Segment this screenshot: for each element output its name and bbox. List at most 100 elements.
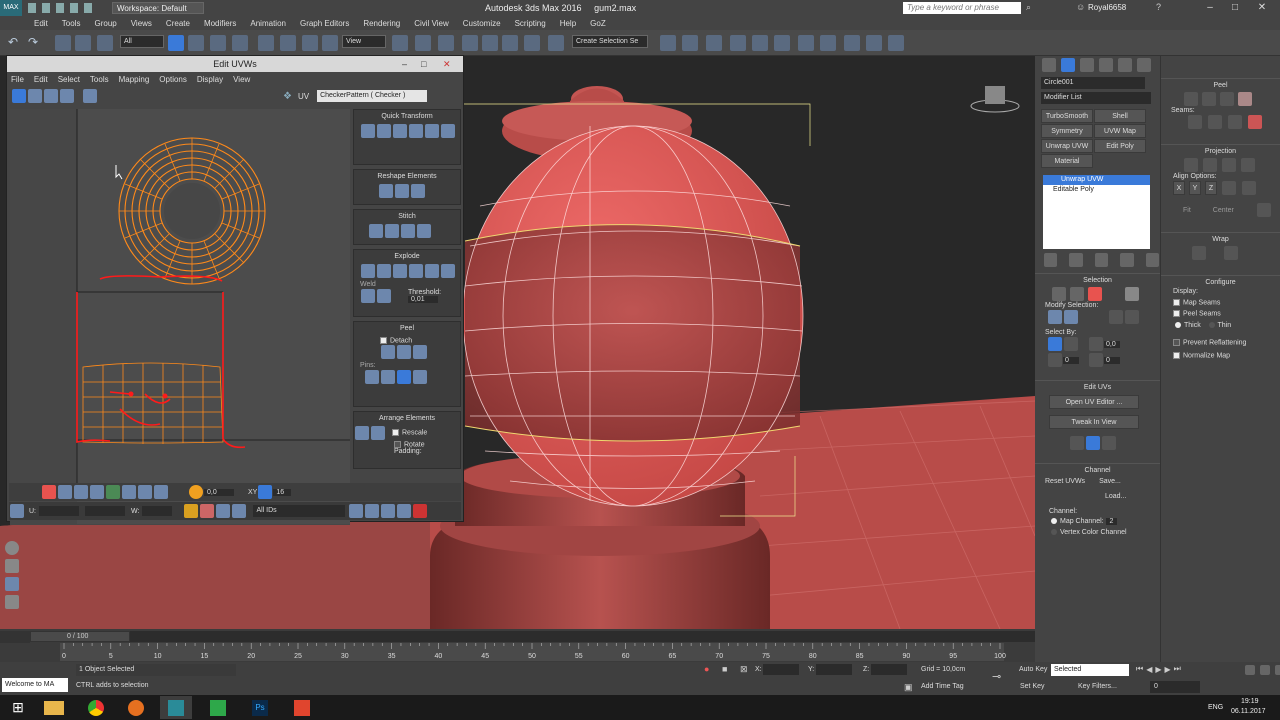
uvw-close-icon[interactable]: ✕ [443, 56, 451, 72]
select-object-icon[interactable] [168, 35, 184, 51]
minimize-icon[interactable]: – [1200, 0, 1220, 16]
chrome-icon[interactable] [80, 696, 112, 719]
filter-icon[interactable] [232, 504, 247, 518]
rect-selection-icon[interactable] [210, 35, 226, 51]
peel-rollout-header[interactable]: Peel [1161, 78, 1280, 91]
u-input[interactable] [39, 506, 79, 516]
menu-civil-view[interactable]: Civil View [414, 19, 449, 28]
app-logo-icon[interactable]: MAX [0, 0, 22, 16]
spherical-map-icon[interactable] [1222, 158, 1236, 172]
uvw-menu-mapping[interactable]: Mapping [119, 75, 150, 84]
snaps-toggle-icon[interactable] [462, 35, 478, 51]
pack-normalize-icon[interactable] [355, 426, 369, 440]
edge-loop-icon[interactable] [138, 485, 152, 499]
material-editor-icon[interactable] [798, 35, 814, 51]
go-to-end-icon[interactable]: ⏭ [1174, 664, 1181, 674]
configure-rollout-header[interactable]: Configure [1161, 275, 1280, 288]
vertex-color-radio[interactable] [1051, 529, 1057, 536]
cmd-vertex-icon[interactable] [1052, 287, 1066, 301]
pelt-map-icon[interactable] [397, 345, 411, 360]
uvw-options-icon[interactable] [10, 504, 24, 518]
load-button[interactable]: Load... [1035, 493, 1160, 500]
paint-select-icon[interactable] [154, 485, 168, 499]
cmd-polygon-icon[interactable] [1088, 287, 1102, 301]
peel-seams-checkbox[interactable] [1173, 310, 1180, 318]
menu-create[interactable]: Create [166, 19, 190, 28]
explode-icon-4[interactable] [409, 264, 423, 278]
normalize-map-checkbox[interactable] [1173, 352, 1180, 360]
quick-transform-icon-4[interactable] [409, 124, 423, 138]
align-y-button[interactable]: Y [1189, 181, 1201, 195]
v-input[interactable] [85, 506, 125, 516]
shell-button[interactable]: Shell [1094, 109, 1146, 123]
utilities-tab-icon[interactable] [1137, 58, 1151, 72]
unwrap-uvw-button[interactable]: Unwrap UVW [1041, 139, 1093, 153]
uvw-mirror-icon[interactable] [83, 89, 97, 103]
uv-editor-canvas[interactable] [10, 109, 350, 525]
spinner-snap-icon[interactable] [524, 35, 540, 51]
quick-planar-icon[interactable] [1070, 436, 1084, 450]
stack-item-editable-poly[interactable]: Editable Poly [1043, 185, 1150, 195]
curve-editor-icon[interactable] [752, 35, 768, 51]
material-button[interactable]: Material [1041, 154, 1093, 168]
soft-select-value[interactable]: 0,0 [204, 488, 234, 496]
reset-uvws-button[interactable]: Reset UVWs [1045, 478, 1085, 485]
edit-uvs-rollout-header[interactable]: Edit UVs [1035, 380, 1160, 393]
cmd-edge-icon[interactable] [1070, 287, 1084, 301]
expand-seams-icon[interactable] [1248, 115, 1262, 129]
file-explorer-icon[interactable] [38, 696, 70, 719]
camtasia-icon[interactable] [202, 696, 234, 719]
symmetry-button[interactable]: Symmetry [1041, 124, 1093, 138]
current-frame-input[interactable]: 0 [1150, 681, 1200, 693]
edge-mode-icon[interactable] [26, 485, 40, 499]
modifier-stack[interactable]: Unwrap UVW Editable Poly [1043, 175, 1150, 249]
uvw-menu-tools[interactable]: Tools [90, 75, 109, 84]
workspace-dropdown[interactable]: Workspace: Default [112, 2, 204, 14]
select-id-input[interactable]: 0 [1063, 356, 1079, 364]
move-icon[interactable] [258, 35, 274, 51]
photoshop-icon[interactable]: Ps [244, 696, 276, 719]
detach-checkbox[interactable] [380, 337, 387, 344]
percent-snap-icon[interactable] [502, 35, 518, 51]
uvw-menu-display[interactable]: Display [197, 75, 223, 84]
uvw-map-button[interactable]: UVW Map [1094, 124, 1146, 138]
threshold-input[interactable]: 0,01 [408, 296, 438, 303]
make-unique-icon[interactable] [1094, 253, 1109, 267]
planar-map-icon[interactable] [1184, 158, 1198, 172]
face-mode-icon[interactable] [42, 485, 56, 499]
menu-edit[interactable]: Edit [34, 19, 48, 28]
spline-map-icon[interactable] [1192, 246, 1206, 260]
soft-select-icon[interactable] [189, 485, 203, 499]
loop-icon[interactable] [106, 485, 120, 499]
play-icon[interactable]: ▶ [1155, 665, 1161, 674]
reset-cmd-icon[interactable] [1220, 92, 1234, 106]
show-end-result-icon[interactable] [1069, 253, 1083, 267]
id-filter-dropdown[interactable]: All IDs [253, 505, 346, 517]
hide-icon[interactable] [200, 504, 215, 518]
modifier-list-dropdown[interactable]: Modifier List [1041, 92, 1151, 104]
xy-toggle[interactable]: XY [248, 489, 257, 496]
layers-icon[interactable] [5, 595, 19, 609]
checker-pattern-dropdown[interactable]: CheckerPattern ( Checker ) [317, 90, 428, 102]
language-indicator[interactable]: ENG [1208, 704, 1223, 711]
auto-pin-icon[interactable] [397, 370, 411, 385]
loop-select-icon[interactable] [1109, 310, 1123, 324]
timeline-toggle-icon[interactable] [0, 631, 30, 643]
quick-transform-icon-5[interactable] [425, 124, 439, 138]
rotate-checkbox[interactable] [394, 441, 401, 448]
convert-edge-seams-icon[interactable] [1228, 115, 1242, 129]
edit-seams-icon[interactable] [1188, 115, 1202, 129]
timeline-ruler[interactable]: 0 5 10 15 20 25 30 35 40 45 50 55 60 65 70 75 80 85 90 95 10… [0, 643, 1035, 662]
turbosmooth-button[interactable]: TurboSmooth [1041, 109, 1093, 123]
menu-modifiers[interactable]: Modifiers [204, 19, 236, 28]
prev-frame-icon[interactable]: ◀ [1146, 665, 1152, 674]
align-to-view-icon[interactable] [1242, 181, 1256, 195]
uvw-menu-view[interactable]: View [233, 75, 250, 84]
undo-icon[interactable]: ↶ [8, 35, 24, 51]
box-map-icon[interactable] [1241, 158, 1255, 172]
reference-coord-dropdown[interactable]: View [342, 35, 386, 48]
thin-radio[interactable] [1208, 321, 1215, 328]
uvw-rotate-icon[interactable] [28, 89, 42, 103]
redo-icon[interactable]: ↷ [28, 35, 44, 51]
clock-time[interactable]: 19:19 [1241, 698, 1259, 705]
